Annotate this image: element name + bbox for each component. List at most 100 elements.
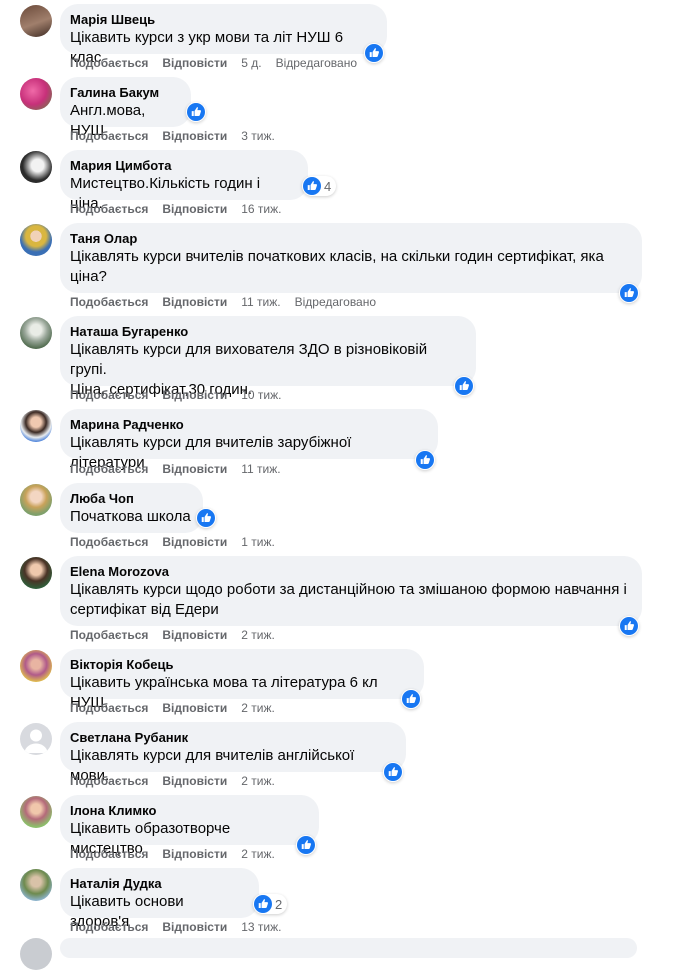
avatar[interactable] [20, 5, 52, 37]
timestamp[interactable]: 5 д. [241, 56, 261, 70]
timestamp[interactable]: 11 тиж. [241, 462, 280, 476]
reaction-badge[interactable] [196, 508, 216, 528]
timestamp[interactable]: 11 тиж. [241, 295, 280, 309]
reaction-badge[interactable] [619, 283, 639, 303]
comment-author[interactable]: Ілона Климко [70, 802, 307, 819]
comment-bubble: Наташа Бугаренко Цікавлять курси для вих… [60, 316, 476, 398]
avatar[interactable] [20, 410, 52, 442]
reply-button[interactable]: Відповісти [162, 847, 227, 861]
reaction-badge[interactable] [401, 689, 421, 709]
comment-actions: Подобається Відповісти 2 тиж. [70, 774, 289, 788]
reaction-badge[interactable]: 2 [253, 894, 288, 914]
comment-line: Початкова школа [70, 508, 191, 525]
like-reaction-icon [303, 177, 321, 195]
reply-button[interactable]: Відповісти [162, 920, 227, 934]
reply-button[interactable]: Відповісти [162, 56, 227, 70]
reply-button[interactable]: Відповісти [162, 295, 227, 309]
like-button[interactable]: Подобається [70, 388, 148, 402]
reaction-badge[interactable] [415, 450, 435, 470]
reply-button[interactable]: Відповісти [162, 202, 227, 216]
comment-bubble: Таня Олар Цікавлять курси вчителів почат… [60, 223, 642, 293]
like-reaction-icon [254, 895, 272, 913]
comment-bubble [60, 938, 637, 958]
timestamp[interactable]: 1 тиж. [241, 535, 275, 549]
edited-label: Відредаговано [294, 295, 377, 309]
comment-author[interactable]: Марина Радченко [70, 416, 426, 433]
reply-button[interactable]: Відповісти [162, 701, 227, 715]
comment-bubble: Мария Цимбота Мистецтво.Кількість годин … [60, 150, 308, 212]
reply-button[interactable]: Відповісти [162, 774, 227, 788]
avatar[interactable] [20, 869, 52, 901]
reaction-badge[interactable] [186, 102, 206, 122]
comment-line: сертифікат від Едери [70, 601, 219, 618]
comment-author[interactable]: Таня Олар [70, 230, 630, 247]
like-reaction-icon [365, 44, 383, 62]
avatar[interactable] [20, 317, 52, 349]
comment-actions: Подобається Відповісти 11 тиж. Відредаго… [70, 295, 376, 309]
comment-author[interactable]: Вікторія Кобець [70, 656, 412, 673]
comment-actions: Подобається Відповісти 1 тиж. [70, 535, 289, 549]
avatar[interactable] [20, 557, 52, 589]
like-button[interactable]: Подобається [70, 920, 148, 934]
reaction-badge[interactable] [364, 43, 384, 63]
avatar[interactable] [20, 796, 52, 828]
reaction-badge[interactable] [454, 376, 474, 396]
like-reaction-icon [620, 284, 638, 302]
avatar[interactable] [20, 78, 52, 110]
comment-author[interactable]: Наташа Бугаренко [70, 323, 464, 340]
comment-bubble: Марія Швець Цікавить курси з укр мови та… [60, 4, 387, 66]
comment-author[interactable]: Наталія Дудка [70, 875, 247, 892]
like-button[interactable]: Подобається [70, 129, 148, 143]
comment-author[interactable]: Elena Morozova [70, 563, 630, 580]
comment-line: Цікавлять курси вчителів початкових клас… [70, 248, 604, 265]
comment-bubble: Вікторія Кобець Цікавить українська мова… [60, 649, 424, 711]
reply-button[interactable]: Відповісти [162, 388, 227, 402]
reaction-badge[interactable]: 4 [302, 176, 337, 196]
like-button[interactable]: Подобається [70, 628, 148, 642]
like-button[interactable]: Подобається [70, 535, 148, 549]
comment-bubble: Галина Бакум Англ.мова, НУШ [60, 77, 191, 139]
like-button[interactable]: Подобається [70, 295, 148, 309]
comment-text: Цікавлять курси вчителів початкових клас… [70, 247, 630, 287]
comment-author[interactable]: Мария Цимбота [70, 157, 296, 174]
avatar[interactable] [20, 151, 52, 183]
timestamp[interactable]: 2 тиж. [241, 628, 275, 642]
comment-bubble: Светлана Рубаник Цікавлять курси для вчи… [60, 722, 406, 784]
reaction-badge[interactable] [383, 762, 403, 782]
timestamp[interactable]: 3 тиж. [241, 129, 275, 143]
reaction-count: 2 [275, 896, 283, 912]
comment-bubble: Люба Чоп Початкова школа [60, 483, 203, 533]
timestamp[interactable]: 13 тиж. [241, 920, 281, 934]
edited-label: Відредаговано [275, 56, 358, 70]
like-button[interactable]: Подобається [70, 56, 148, 70]
like-button[interactable]: Подобається [70, 202, 148, 216]
like-button[interactable]: Подобається [70, 847, 148, 861]
like-button[interactable]: Подобається [70, 774, 148, 788]
reaction-badge[interactable] [296, 835, 316, 855]
avatar[interactable] [20, 723, 52, 755]
timestamp[interactable]: 2 тиж. [241, 774, 275, 788]
comment-author[interactable]: Светлана Рубаник [70, 729, 394, 746]
comment-actions: Подобається Відповісти 2 тиж. [70, 628, 289, 642]
comment-author[interactable]: Марія Швець [70, 11, 375, 28]
comment-actions: Подобається Відповісти 10 тиж. [70, 388, 295, 402]
avatar[interactable] [20, 224, 52, 256]
like-button[interactable]: Подобається [70, 462, 148, 476]
reply-button[interactable]: Відповісти [162, 129, 227, 143]
like-button[interactable]: Подобається [70, 701, 148, 715]
reply-button[interactable]: Відповісти [162, 628, 227, 642]
comment-author[interactable]: Галина Бакум [70, 84, 179, 101]
reply-button[interactable]: Відповісти [162, 535, 227, 549]
timestamp[interactable]: 16 тиж. [241, 202, 281, 216]
reply-button[interactable]: Відповісти [162, 462, 227, 476]
comment-line: Цікавлять курси щодо роботи за дистанцій… [70, 581, 627, 598]
timestamp[interactable]: 2 тиж. [241, 701, 275, 715]
timestamp[interactable]: 2 тиж. [241, 847, 275, 861]
like-reaction-icon [416, 451, 434, 469]
timestamp[interactable]: 10 тиж. [241, 388, 281, 402]
comment-author[interactable]: Люба Чоп [70, 490, 191, 507]
avatar[interactable] [20, 650, 52, 682]
reaction-badge[interactable] [619, 616, 639, 636]
comment-line: Цікавлять курси для вихователя ЗДО в різ… [70, 341, 428, 378]
avatar[interactable] [20, 484, 52, 516]
